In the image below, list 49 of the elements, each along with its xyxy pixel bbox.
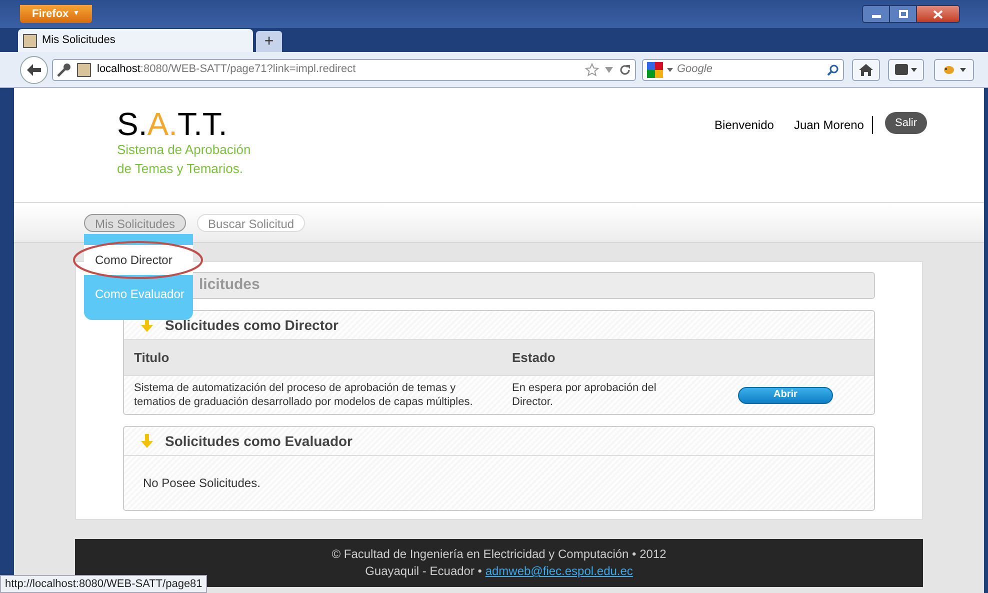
bookmarks-button[interactable] xyxy=(888,58,924,80)
table-cell-text: Sistema de automatización del proceso de aprobación de temas y tematios de graduación desarrollado por modelos de capas múltiples. xyxy=(133,381,474,409)
column-header: Estado xyxy=(512,348,556,367)
maximize-button[interactable] xyxy=(890,5,916,23)
favicon-icon xyxy=(23,34,37,48)
welcome-text: Bienvenido xyxy=(714,117,774,134)
menu-item[interactable]: Como Director xyxy=(84,245,193,275)
search-icon[interactable] xyxy=(827,64,839,76)
star-icon[interactable] xyxy=(585,62,599,76)
page-title: licitudes xyxy=(199,275,260,296)
minimize-button[interactable] xyxy=(862,5,890,23)
close-icon xyxy=(933,10,943,18)
new-tab-button[interactable]: + xyxy=(256,31,282,52)
browser-tab[interactable]: Mis Solicitudes xyxy=(18,29,253,52)
panel-title: Solicitudes como Evaluador xyxy=(165,432,352,450)
reload-icon[interactable] xyxy=(619,64,631,76)
close-button[interactable] xyxy=(916,5,960,23)
open-button[interactable]: Abrir xyxy=(738,386,833,404)
key-icon xyxy=(57,62,71,76)
caret-icon xyxy=(960,68,966,72)
down-arrow-icon xyxy=(141,434,153,448)
favicon-icon xyxy=(77,62,91,76)
empty-message: No Posee Solicitudes. xyxy=(143,475,260,492)
caret-icon xyxy=(667,68,673,72)
logout-button[interactable]: Salir xyxy=(884,112,927,134)
table-cell-text: En espera por aprobación del Director. xyxy=(512,381,658,409)
tab-title: Mis Solicitudes xyxy=(42,33,116,48)
user-name: Juan Moreno xyxy=(794,116,873,134)
home-button[interactable] xyxy=(852,58,880,80)
bookmark-icon xyxy=(895,64,908,75)
subtitle-line: Sistema de Aprobación xyxy=(117,141,251,159)
column-header: Titulo xyxy=(133,348,170,367)
bug-icon xyxy=(942,64,956,76)
footer-text: Guayaquil - Ecuador • admweb@fiec.espol.edu.ec xyxy=(365,563,633,580)
dropdown-caret-icon[interactable] xyxy=(605,66,613,72)
email-link[interactable]: admweb@fiec.espol.edu.ec xyxy=(485,564,633,578)
search-field[interactable]: Google xyxy=(642,58,844,80)
search-engine-icon[interactable] xyxy=(647,62,663,78)
status-bar: http://localhost:8080/WEB-SATT/page81 xyxy=(0,575,208,593)
back-arrow-icon xyxy=(27,64,41,76)
nav-tab[interactable]: Buscar Solicitud xyxy=(197,214,306,232)
footer-text: © Facultad de Ingeniería en Electricidad y Computación • 2012 xyxy=(332,546,666,563)
caret-icon xyxy=(911,68,917,72)
back-button[interactable] xyxy=(20,56,48,84)
subtitle-line: de Temas y Temarios. xyxy=(117,160,244,178)
logo: S.A.T.T. xyxy=(117,108,228,140)
panel-title: Solicitudes como Director xyxy=(165,316,338,334)
home-icon xyxy=(859,64,873,76)
search-input[interactable]: Google xyxy=(677,61,823,78)
